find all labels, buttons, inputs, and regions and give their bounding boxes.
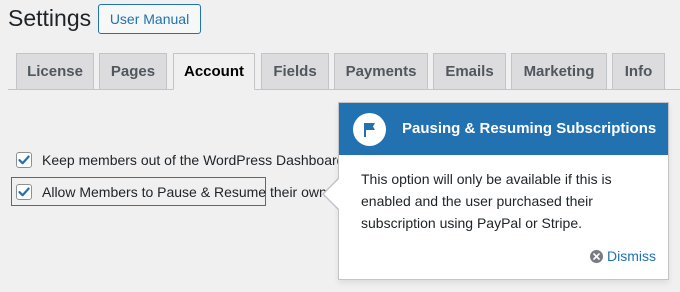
keep-members-out-label: Keep members out of the WordPress Dashbo… [42, 152, 345, 168]
pointer-header: Pausing & Resuming Subscriptions [339, 103, 668, 155]
page-title: Settings [8, 5, 92, 31]
pointer-popup: Pausing & Resuming Subscriptions This op… [338, 102, 669, 280]
tab-info[interactable]: Info [612, 53, 665, 89]
checkmark-icon [18, 155, 30, 165]
checkmark-icon [18, 187, 30, 197]
pointer-arrow-inner [324, 179, 339, 209]
option-row-keep-members-out: Keep members out of the WordPress Dashbo… [16, 149, 344, 171]
tab-account[interactable]: Account [173, 53, 255, 90]
pause-resume-label: Allow Members to Pause & Resume their ow… [42, 184, 327, 200]
tab-pages[interactable]: Pages [99, 53, 167, 89]
tab-emails[interactable]: Emails [433, 53, 506, 89]
user-manual-button[interactable]: User Manual [98, 4, 201, 34]
flag-icon [353, 113, 386, 146]
keep-members-out-checkbox[interactable] [16, 152, 32, 168]
dismiss-link[interactable]: Dismiss [590, 246, 656, 266]
pointer-body: This option will only be available if th… [361, 171, 612, 231]
close-icon [590, 249, 603, 263]
tabs-divider [8, 89, 680, 90]
tab-payments[interactable]: Payments [334, 53, 428, 89]
tab-marketing[interactable]: Marketing [511, 53, 607, 89]
pause-resume-checkbox[interactable] [16, 184, 32, 200]
pointer-title: Pausing & Resuming Subscriptions [402, 120, 657, 137]
option-row-pause-resume: Allow Members to Pause & Resume their ow… [16, 181, 327, 203]
tab-fields[interactable]: Fields [261, 53, 329, 89]
tab-license[interactable]: License [16, 53, 94, 89]
dismiss-label: Dismiss [607, 248, 656, 264]
